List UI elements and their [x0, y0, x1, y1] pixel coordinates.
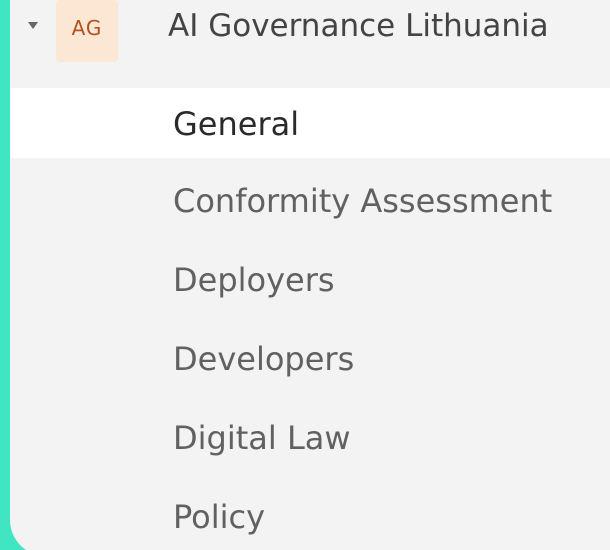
channel-label: Developers — [173, 340, 355, 378]
team-name: AI Governance Lithuania — [168, 8, 549, 44]
channel-list: General Conformity Assessment Deployers … — [10, 86, 610, 550]
channel-label: Digital Law — [173, 419, 351, 457]
channel-label: Policy — [173, 498, 266, 536]
channel-item-deployers[interactable]: Deployers — [10, 242, 610, 321]
team-avatar: AG — [56, 0, 118, 62]
channel-label: General — [173, 105, 300, 143]
channel-item-digital-law[interactable]: Digital Law — [10, 400, 610, 479]
channel-item-general[interactable]: General — [10, 88, 610, 158]
team-header-ai-governance-lithuania[interactable]: AG AI Governance Lithuania — [10, 0, 610, 86]
channel-sidebar: AG AI Governance Lithuania General Confo… — [10, 0, 610, 550]
channel-item-policy[interactable]: Policy — [10, 479, 610, 550]
channel-item-conformity-assessment[interactable]: Conformity Assessment — [10, 163, 610, 242]
caret-down-icon[interactable] — [28, 22, 38, 29]
channel-label: Deployers — [173, 261, 335, 299]
channel-label: Conformity Assessment — [173, 182, 553, 220]
channel-item-developers[interactable]: Developers — [10, 321, 610, 400]
